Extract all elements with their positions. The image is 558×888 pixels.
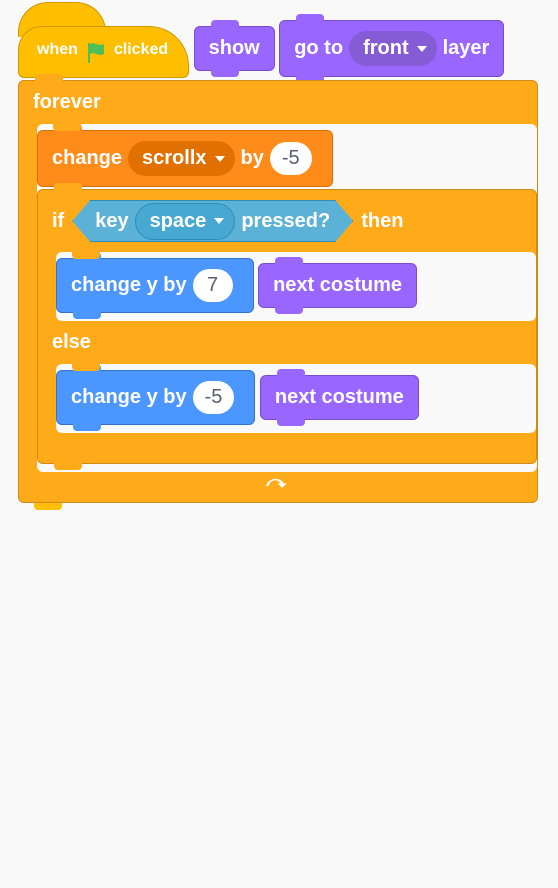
by-label: by — [241, 147, 264, 170]
when-green-flag-clicked-block[interactable]: when clicked — [18, 26, 189, 78]
forever-block[interactable]: forever change scrollx by -5 if key — [18, 80, 538, 503]
change-y-by-block-up[interactable]: change y by 7 — [56, 258, 254, 313]
change-y-value-down: -5 — [205, 386, 223, 409]
script-stack: when clicked show go to front layer fore… — [18, 20, 540, 503]
if-label: if — [52, 210, 64, 233]
if-row: if key space pressed? then — [38, 190, 536, 252]
change-y-by-block-down[interactable]: change y by -5 — [56, 370, 255, 425]
next-costume-label-1: next costume — [273, 274, 402, 297]
change-y-label-down: change y by — [71, 386, 187, 409]
if-false-body: change y by -5 next costume — [56, 364, 536, 433]
variable-name: scrollx — [142, 147, 206, 170]
if-else-bottom — [38, 433, 536, 463]
change-y-input-down[interactable]: -5 — [193, 381, 235, 414]
forever-bottom — [19, 472, 537, 502]
if-true-body: change y by 7 next costume — [56, 252, 536, 321]
forever-label-row: forever — [19, 81, 537, 124]
forever-label: forever — [33, 91, 101, 114]
show-block[interactable]: show — [194, 26, 275, 71]
hat-when-label: when — [37, 41, 78, 65]
else-label: else — [52, 331, 91, 354]
then-label: then — [361, 210, 403, 233]
next-costume-block-1[interactable]: next costume — [258, 263, 417, 308]
key-dropdown[interactable]: space — [135, 203, 236, 240]
change-y-label-up: change y by — [71, 274, 187, 297]
forever-body: change scrollx by -5 if key space — [37, 124, 537, 472]
key-pressed-boolean[interactable]: key space pressed? — [72, 200, 353, 242]
goto-pre-label: go to — [294, 37, 343, 60]
key-pre-label: key — [95, 210, 128, 233]
variable-dropdown[interactable]: scrollx — [128, 141, 234, 176]
pressed-label: pressed? — [241, 210, 330, 233]
goto-post-label: layer — [443, 37, 490, 60]
if-else-block[interactable]: if key space pressed? then change y by — [37, 189, 537, 464]
next-costume-block-2[interactable]: next costume — [260, 375, 419, 420]
variable-change-value: -5 — [282, 147, 300, 170]
layer-dropdown-value: front — [363, 37, 409, 60]
loop-arrow-icon — [266, 478, 290, 496]
change-y-input-up[interactable]: 7 — [193, 269, 233, 302]
key-dropdown-value: space — [150, 210, 207, 233]
change-variable-block[interactable]: change scrollx by -5 — [37, 130, 333, 187]
go-to-front-layer-block[interactable]: go to front layer — [279, 20, 504, 77]
green-flag-icon — [84, 41, 108, 65]
else-row: else — [38, 321, 536, 364]
change-pre-label: change — [52, 147, 122, 170]
change-y-value-up: 7 — [207, 274, 218, 297]
next-costume-label-2: next costume — [275, 386, 404, 409]
hat-clicked-label: clicked — [114, 41, 168, 65]
variable-change-input[interactable]: -5 — [270, 142, 312, 175]
show-label: show — [209, 37, 260, 60]
layer-dropdown[interactable]: front — [349, 31, 437, 66]
